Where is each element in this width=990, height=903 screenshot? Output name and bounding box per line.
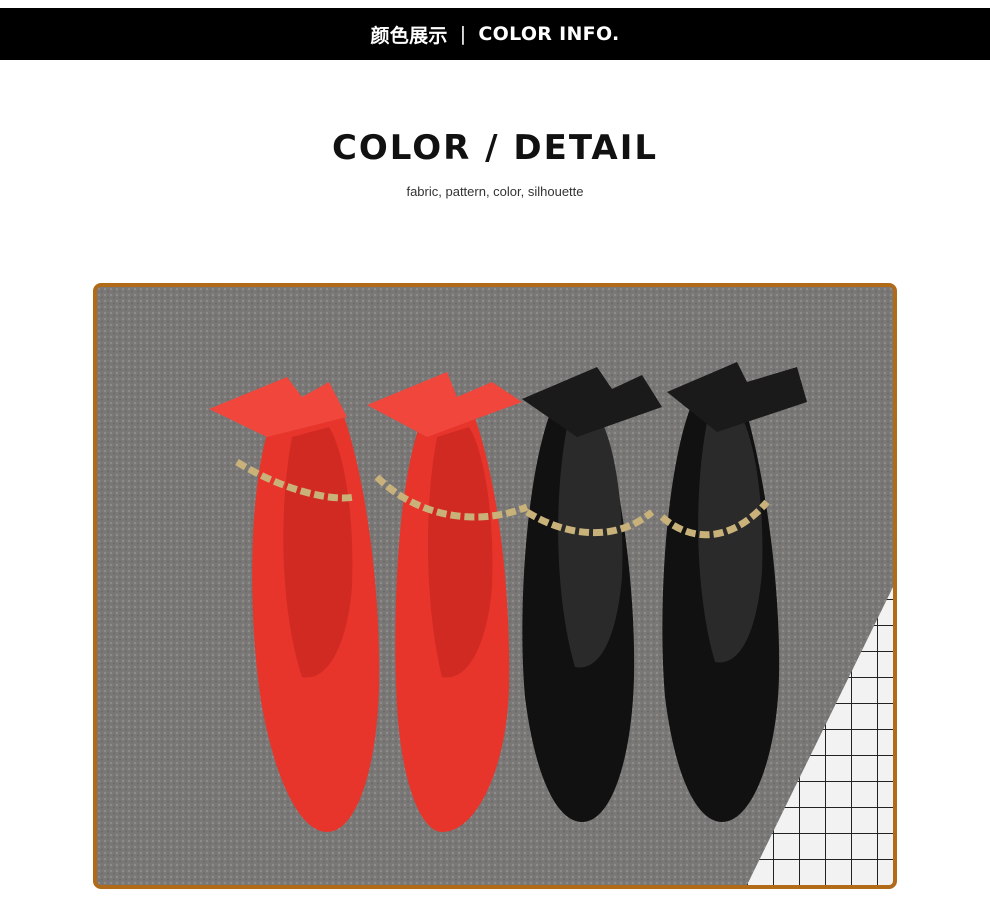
section-title: COLOR / DETAIL [331, 128, 659, 168]
header-separator: | [459, 23, 467, 45]
section-subtitle: fabric, pattern, color, silhouette [406, 184, 584, 199]
product-photo [93, 283, 897, 889]
header-label-en: COLOR INFO. [478, 23, 620, 45]
header-bar: 颜色展示 | COLOR INFO. [0, 8, 990, 60]
shoes-photo-illustration [97, 287, 893, 885]
header-label-cn: 颜色展示 [370, 24, 448, 47]
